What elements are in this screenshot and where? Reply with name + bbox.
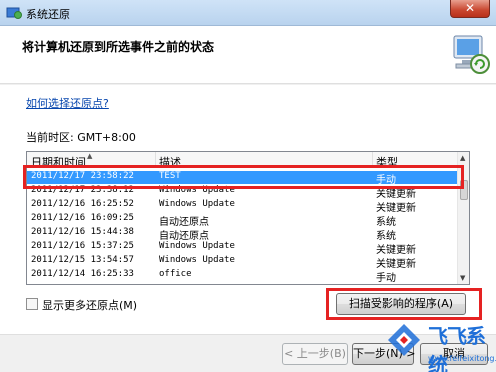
watermark-logo-icon [388, 324, 420, 356]
list-row[interactable]: 2011/12/15 13:54:57 Windows Update 关键更新 [27, 255, 459, 270]
scroll-down-icon[interactable]: ▼ [460, 274, 465, 282]
row-datetime: 2011/12/16 15:37:25 [31, 241, 134, 251]
show-more-checkbox[interactable] [26, 298, 38, 310]
page-title: 将计算机还原到所选事件之前的状态 [22, 40, 215, 54]
list-row[interactable]: 2011/12/14 16:25:33 office 手动 [27, 269, 459, 284]
list-row[interactable]: 2011/12/16 15:37:25 Windows Update 关键更新 [27, 241, 459, 256]
sort-ascending-icon: ▲ [87, 152, 93, 160]
row-datetime: 2011/12/16 16:25:52 [31, 199, 134, 209]
timezone-label: 当前时区: GMT+8:00 [26, 131, 136, 144]
system-restore-window: 系统还原 ✕ 将计算机还原到所选事件之前的状态 如何选择还原点? 当前时区: G… [0, 0, 496, 372]
row-datetime: 2011/12/15 13:54:57 [31, 255, 134, 265]
selected-row-highlight [23, 165, 464, 189]
list-row[interactable]: 2011/12/16 16:25:52 Windows Update 关键更新 [27, 199, 459, 214]
row-type: 系统 [376, 217, 396, 228]
row-type: 关键更新 [376, 259, 416, 270]
show-more-label[interactable]: 显示更多还原点(M) [42, 297, 137, 313]
list-row[interactable]: 2011/12/16 15:44:38 自动还原点 系统 [27, 227, 459, 242]
row-datetime: 2011/12/14 16:25:33 [31, 269, 134, 279]
scroll-up-icon[interactable]: ▲ [460, 154, 465, 162]
close-button[interactable]: ✕ [450, 0, 490, 18]
help-link[interactable]: 如何选择还原点? [26, 95, 109, 111]
system-restore-icon [6, 7, 22, 19]
wizard-header: 将计算机还原到所选事件之前的状态 [0, 26, 496, 84]
site-watermark: 飞飞系统 www.feifeixitong.com [384, 318, 496, 372]
row-description: 自动还原点 [159, 217, 209, 228]
row-description: Windows Update [159, 199, 235, 209]
list-row[interactable]: 2011/12/16 16:09:25 自动还原点 系统 [27, 213, 459, 228]
row-type: 关键更新 [376, 245, 416, 256]
watermark-url: www.feifeixitong.com [428, 354, 496, 363]
back-button[interactable]: < 上一步(B) [282, 343, 348, 365]
row-description: Windows Update [159, 255, 235, 265]
row-datetime: 2011/12/16 16:09:25 [31, 213, 134, 223]
window-title: 系统还原 [26, 8, 70, 21]
watermark-text: 飞飞系统 [428, 324, 486, 372]
row-description: 自动还原点 [159, 231, 209, 242]
scan-button-highlight [326, 288, 482, 320]
row-type: 关键更新 [376, 203, 416, 214]
row-type: 系统 [376, 231, 396, 242]
row-description: Windows Update [159, 241, 235, 251]
row-datetime: 2011/12/16 15:44:38 [31, 227, 134, 237]
row-type: 手动 [376, 273, 396, 284]
restore-computer-icon [453, 35, 490, 74]
title-bar: 系统还原 ✕ [0, 0, 496, 26]
row-description: office [159, 269, 192, 279]
